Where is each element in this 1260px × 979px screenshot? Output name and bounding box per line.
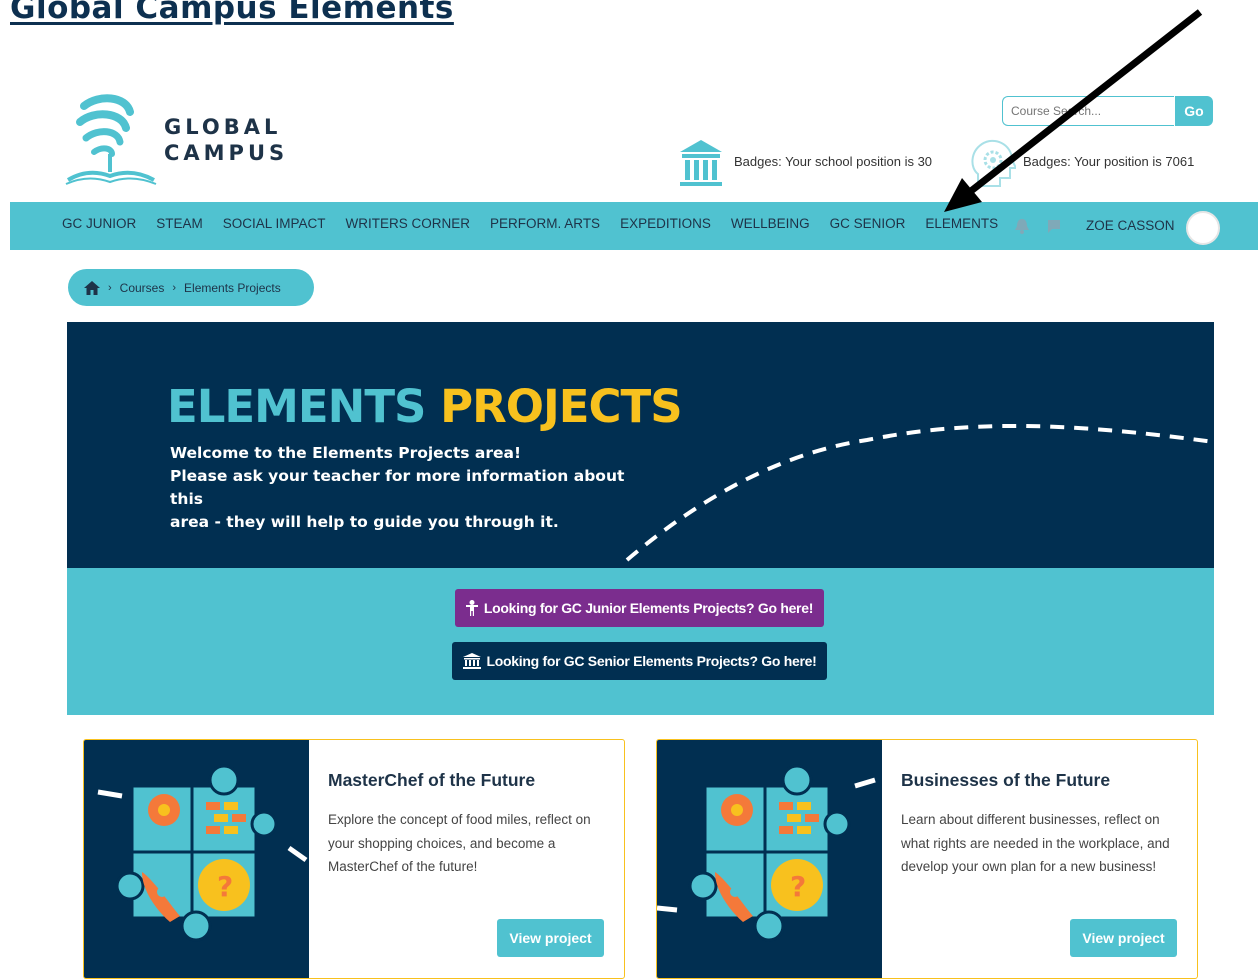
nav-item-writers-corner[interactable]: WRITERS CORNER: [346, 216, 471, 231]
home-icon[interactable]: [84, 280, 100, 295]
view-project-button[interactable]: View project: [1070, 919, 1177, 957]
nav-item-elements[interactable]: ELEMENTS: [925, 216, 998, 231]
card-title: MasterChef of the Future: [328, 770, 536, 790]
badge-school-position: Badges: Your school position is 30: [734, 154, 933, 169]
puzzle-pieces-icon: ?: [97, 764, 308, 942]
nav-item-social-impact[interactable]: SOCIAL IMPACT: [223, 216, 326, 231]
hero-intro: Welcome to the Elements Projects area! P…: [170, 442, 640, 534]
hero-title: ELEMENTS PROJECTS: [167, 380, 683, 433]
nav-item-steam[interactable]: STEAM: [156, 216, 203, 231]
breadcrumb-separator-icon: ›: [108, 281, 112, 294]
gc-junior-elements-label: Looking for GC Junior Elements Projects?…: [483, 600, 814, 616]
breadcrumb-elements-projects[interactable]: Elements Projects: [184, 281, 281, 295]
breadcrumb-separator-icon: ›: [172, 281, 177, 294]
search-go-button[interactable]: Go: [1175, 96, 1213, 126]
project-card: ? MasterChef of the Future Explore the c…: [83, 739, 625, 979]
card-description: Explore the concept of food miles, refle…: [328, 812, 591, 874]
logo-line-2: CAMPUS: [164, 141, 289, 165]
card-title: Businesses of the Future: [901, 770, 1111, 790]
hero-title-part-1: ELEMENTS: [167, 380, 426, 433]
badge-user-position: Badges: Your position is 7061: [1023, 154, 1195, 169]
hero-title-part-2: PROJECTS: [440, 380, 682, 433]
nav-item-gc-junior[interactable]: GC JUNIOR: [62, 216, 136, 231]
user-menu-name[interactable]: ZOE CASSON: [1086, 218, 1175, 233]
breadcrumb-courses[interactable]: Courses: [120, 281, 165, 295]
school-building-icon: [680, 140, 722, 186]
logo-line-1: GLOBAL: [164, 115, 282, 139]
cta-panel: Looking for GC Junior Elements Projects?…: [67, 568, 1214, 715]
hero-banner: ELEMENTS PROJECTS Welcome to the Element…: [67, 322, 1214, 568]
nav-menu: GC JUNIOR STEAM SOCIAL IMPACT WRITERS CO…: [62, 216, 1018, 231]
puzzle-illustration: ?: [657, 740, 882, 978]
notification-bell-icon[interactable]: [1014, 218, 1030, 234]
hero-line-2: Please ask your teacher for more informa…: [170, 467, 625, 508]
logo-wordmark: GLOBAL CAMPUS: [164, 114, 288, 166]
card-description: Learn about different businesses, reflec…: [901, 812, 1170, 874]
gc-senior-elements-button[interactable]: Looking for GC Senior Elements Projects?…: [452, 642, 827, 680]
breadcrumb: › Courses › Elements Projects: [68, 269, 314, 306]
puzzle-pieces-icon: ?: [657, 764, 876, 942]
gc-junior-elements-button[interactable]: Looking for GC Junior Elements Projects?…: [455, 589, 824, 627]
nav-item-gc-senior[interactable]: GC SENIOR: [830, 216, 906, 231]
nav-item-wellbeing[interactable]: WELLBEING: [731, 216, 810, 231]
child-figure-icon: [465, 600, 478, 616]
nav-icon-group: [1014, 218, 1062, 234]
svg-text:?: ?: [217, 870, 233, 903]
gc-senior-elements-label: Looking for GC Senior Elements Projects?…: [486, 653, 817, 669]
nav-item-expeditions[interactable]: EXPEDITIONS: [620, 216, 711, 231]
hero-line-3: area - they will help to guide you throu…: [170, 513, 559, 531]
gear-head-icon: [971, 139, 1016, 187]
global-campus-logo[interactable]: [64, 92, 164, 188]
user-avatar[interactable]: [1186, 211, 1220, 245]
puzzle-illustration: ?: [84, 740, 309, 978]
course-search-input[interactable]: [1002, 96, 1174, 126]
university-building-icon: [462, 653, 481, 669]
messages-icon[interactable]: [1046, 218, 1062, 234]
project-card: ? Businesses of the Future Learn about d…: [656, 739, 1198, 979]
view-project-button[interactable]: View project: [497, 919, 604, 957]
document-title: Global Campus Elements: [10, 0, 454, 26]
hero-line-1: Welcome to the Elements Projects area!: [170, 444, 522, 462]
nav-item-perform-arts[interactable]: PERFORM. ARTS: [490, 216, 600, 231]
svg-text:?: ?: [790, 870, 806, 903]
